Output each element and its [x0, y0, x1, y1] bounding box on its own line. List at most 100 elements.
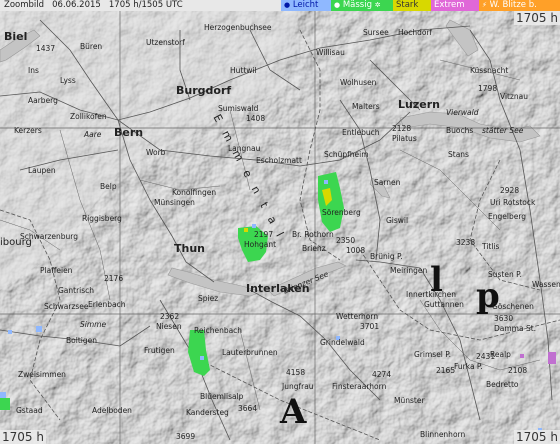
radar-map[interactable]: Zoombild 06.06.2015 1705 h/1505 UTC ● Le…: [0, 0, 560, 444]
elevation-label: 1408: [246, 114, 266, 123]
place-kandersteg[interactable]: Kandersteg: [186, 408, 229, 417]
place-muenster[interactable]: Münster: [394, 396, 425, 405]
place-aarberg[interactable]: Aarberg: [28, 96, 58, 105]
place-malters[interactable]: Malters: [352, 102, 380, 111]
place-adelboden[interactable]: Adelboden: [92, 406, 132, 415]
elevation-label: 1437: [36, 44, 56, 53]
legend-dot-icon: ●: [284, 1, 291, 9]
timestamp-bottom-right: 1705 h: [514, 430, 560, 444]
place-wolhusen[interactable]: Wolhusen: [340, 78, 376, 87]
place-herzogenbuchsee[interactable]: Herzogenbuchsee: [204, 23, 272, 32]
place-jungfrau[interactable]: Jungfrau: [282, 382, 314, 391]
place-brienz[interactable]: Brienz: [302, 244, 326, 253]
place-kuessnacht[interactable]: Küssnacht: [470, 66, 508, 75]
place-laupen[interactable]: Laupen: [28, 166, 56, 175]
place-engelberg[interactable]: Engelberg: [488, 212, 526, 221]
place-gstaad[interactable]: Gstaad: [16, 406, 43, 415]
place-wetterhorn[interactable]: Wetterhorn: [336, 312, 378, 321]
place-bedretto[interactable]: Bedretto: [486, 380, 519, 389]
place-reichenbach[interactable]: Reichenbach: [194, 326, 242, 335]
elevation-label: 2128: [392, 124, 412, 133]
legend-dot-icon: ●: [334, 1, 341, 9]
timestamp-top-right: 1705 h: [514, 11, 560, 25]
place-meiringen[interactable]: Meiringen: [390, 266, 427, 275]
elevation-label: 1798: [478, 84, 498, 93]
place-schuepfheim[interactable]: Schüpfheim: [324, 150, 369, 159]
place-luzern[interactable]: Luzern: [398, 99, 440, 110]
place-niesen[interactable]: Niesen: [156, 322, 182, 331]
place-belp[interactable]: Belp: [100, 182, 117, 191]
place-finsteraarhorn[interactable]: Finsteraarhorn: [332, 382, 386, 391]
river-aare: Aare: [84, 130, 102, 139]
legend-massig: ● Mässig ✲: [331, 0, 399, 11]
place-buochs[interactable]: Buochs: [446, 126, 473, 135]
place-fribourg[interactable]: ibourg: [0, 238, 32, 248]
place-hohgant[interactable]: Hohgant: [244, 240, 276, 249]
legend-blitze: ⚡ W. Blitze b.: [479, 0, 560, 11]
legend-extrem: Extrem: [431, 0, 485, 11]
elevation-label: 4158: [286, 368, 306, 377]
elevation-label: 3664: [238, 404, 258, 413]
place-bluemlisalp[interactable]: Blüemlisalp: [200, 392, 243, 401]
place-plaffeien[interactable]: Plaffeien: [40, 266, 72, 275]
place-damma[interactable]: Damma St.: [494, 324, 536, 333]
place-sursee[interactable]: Sursee: [363, 28, 389, 37]
place-huttwil[interactable]: Huttwil: [230, 66, 257, 75]
place-frutigen[interactable]: Frutigen: [144, 346, 175, 355]
place-lauterbrunnen[interactable]: Lauterbrunnen: [222, 348, 278, 357]
place-thun[interactable]: Thun: [174, 243, 205, 254]
elevation-label: 3701: [360, 322, 380, 331]
legend-leicht: ● Leicht: [281, 0, 337, 11]
place-konolfingen[interactable]: Konolfingen: [172, 188, 216, 197]
place-uri-rotstock[interactable]: Uri Rotstock: [490, 198, 535, 207]
place-bueren[interactable]: Büren: [80, 42, 102, 51]
place-schwarzsee[interactable]: Schwarzsee: [44, 302, 89, 311]
place-innertkirchen[interactable]: Innertkirchen: [406, 290, 456, 299]
place-wassen[interactable]: Wassen: [532, 280, 560, 289]
place-zweisimmen[interactable]: Zweisimmen: [18, 370, 66, 379]
region-letter-a: A: [280, 392, 307, 432]
place-ins[interactable]: Ins: [28, 66, 39, 75]
place-riggisberg[interactable]: Riggisberg: [82, 214, 122, 223]
place-entlebuch[interactable]: Entlebuch: [342, 128, 380, 137]
place-titlis[interactable]: Titlis: [482, 242, 499, 251]
place-bruenig[interactable]: Brünig P.: [370, 252, 403, 261]
place-spiez[interactable]: Spiez: [198, 294, 218, 303]
place-erlenbach[interactable]: Erlenbach: [88, 300, 126, 309]
place-hochdorf[interactable]: Hochdorf: [398, 28, 432, 37]
place-furka[interactable]: Furka P.: [454, 362, 483, 371]
place-br-rothorn[interactable]: Br. Rothorn: [292, 230, 334, 239]
place-boltigen[interactable]: Boltigen: [66, 336, 97, 345]
place-muensingen[interactable]: Münsingen: [154, 198, 195, 207]
place-langnau[interactable]: Langnau: [228, 144, 260, 153]
place-vitznau[interactable]: Vitznau: [500, 92, 528, 101]
place-utzenstorf[interactable]: Utzenstorf: [146, 38, 185, 47]
place-grimsel[interactable]: Grimsel P.: [414, 350, 451, 359]
place-grindelwald[interactable]: Grindelwald: [320, 338, 365, 347]
elevation-label: 1008: [346, 246, 366, 255]
place-soerenberg[interactable]: Sörenberg: [322, 208, 361, 217]
place-susten[interactable]: Susten P.: [488, 270, 522, 279]
elevation-label: 3630: [494, 314, 514, 323]
place-bern[interactable]: Bern: [114, 127, 143, 138]
place-kerzers[interactable]: Kerzers: [14, 126, 42, 135]
place-worb[interactable]: Worb: [146, 148, 165, 157]
place-sumiswald[interactable]: Sumiswald: [218, 104, 258, 113]
place-zollikofen[interactable]: Zollikofen: [70, 112, 107, 121]
place-biel[interactable]: Biel: [4, 31, 27, 42]
lightning-icon: ⚡: [482, 1, 487, 9]
place-escholzmatt[interactable]: Escholzmatt: [256, 156, 302, 165]
place-blinnenhorn[interactable]: Blinnenhorn: [420, 430, 465, 439]
place-lyss[interactable]: Lyss: [60, 76, 76, 85]
place-gantrisch[interactable]: Gantrisch: [58, 286, 94, 295]
place-sarnen[interactable]: Sarnen: [374, 178, 400, 187]
place-pilatus[interactable]: Pilatus: [392, 134, 417, 143]
place-giswil[interactable]: Giswil: [386, 216, 408, 225]
place-guttannen[interactable]: Guttannen: [424, 300, 464, 309]
place-stans[interactable]: Stans: [448, 150, 469, 159]
elevation-label: 2197: [254, 230, 274, 239]
place-goeschenen[interactable]: Göschenen: [492, 302, 534, 311]
elevation-label: 2362: [160, 312, 180, 321]
place-burgdorf[interactable]: Burgdorf: [176, 85, 231, 96]
place-willisau[interactable]: Willisau: [316, 48, 345, 57]
